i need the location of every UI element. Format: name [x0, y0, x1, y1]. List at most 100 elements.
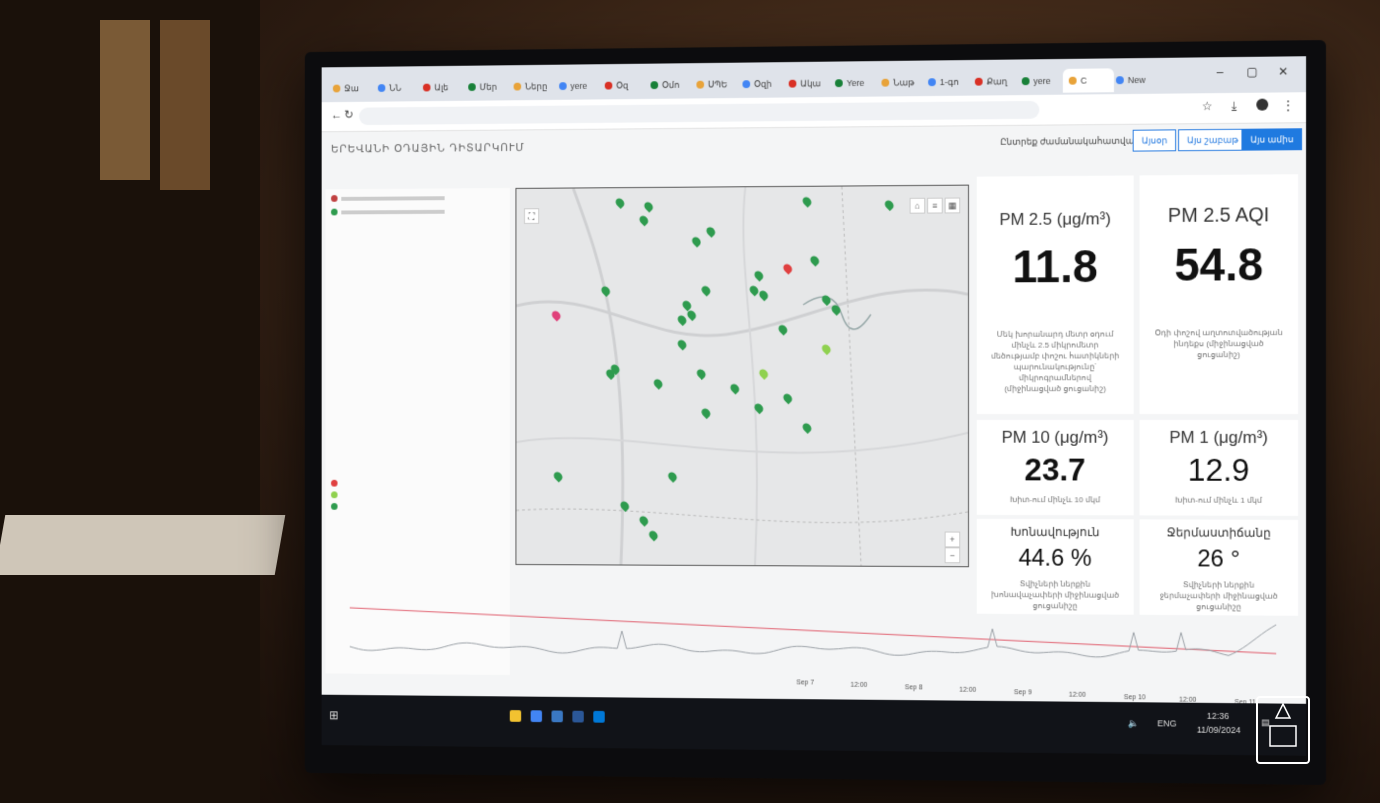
browser-tab[interactable]: Ջա — [327, 76, 376, 100]
sensor-list-item[interactable] — [331, 208, 445, 216]
x-tick-label: 12:00 — [1068, 691, 1086, 699]
tab-label: Մեր — [479, 81, 498, 92]
map-fullscreen-icon[interactable]: ⛶ — [523, 208, 540, 224]
chrome-icon[interactable] — [530, 710, 542, 723]
browser-tab[interactable]: 1-գո — [922, 70, 973, 94]
menu-icon[interactable]: ⋮ — [1282, 98, 1294, 112]
series-line — [350, 619, 1276, 659]
zoom-out-button[interactable]: − — [944, 547, 961, 564]
tab-favicon-icon — [559, 82, 567, 91]
browser-tab[interactable]: Ակա — [783, 71, 833, 95]
browser-tab[interactable]: Օզի — [737, 72, 787, 96]
tab-favicon-icon — [1068, 76, 1077, 85]
browser-tab[interactable]: Մեր — [463, 75, 512, 99]
browser-tab[interactable]: Ալե — [417, 75, 466, 99]
card-label: PM 1 (μg/m³) — [1169, 427, 1269, 447]
tab-label: New — [1127, 74, 1146, 86]
x-tick-label: Sep 9 — [1013, 689, 1032, 697]
browser-tab[interactable]: ՆՆ — [372, 76, 421, 100]
card-value: 11.8 — [1012, 240, 1098, 293]
outlook-icon[interactable] — [551, 710, 563, 723]
edge-icon[interactable] — [593, 710, 605, 723]
card-description: Մեկ խորանարդ մետր օդում մինչև 2.5 միկրոմ… — [991, 329, 1120, 394]
tab-label: ՆՆ — [389, 82, 402, 93]
tab-favicon-icon — [835, 79, 843, 88]
map-list-icon[interactable]: ≡ — [927, 197, 943, 214]
range-button-today[interactable]: Այսօր — [1132, 129, 1177, 152]
profile-avatar[interactable] — [1256, 98, 1269, 111]
card-label: Ջերմաստիճանը — [1166, 525, 1271, 540]
tab-favicon-icon — [1021, 77, 1030, 86]
browser-tab[interactable]: yere — [1016, 69, 1067, 93]
address-bar[interactable] — [359, 100, 1040, 126]
reload-icon[interactable]: ↻ — [344, 108, 353, 122]
zoom-in-button[interactable]: + — [944, 531, 961, 548]
tab-favicon-icon — [604, 81, 613, 90]
card-value: 44.6 % — [1018, 544, 1092, 572]
tab-favicon-icon — [468, 83, 476, 92]
screen: Ջա ՆՆ Ալե Մեր Ները yere Օզ Օմո ՍՊԵ Օզի Ակա Yere Նաթ 1… — [321, 56, 1307, 756]
browser-tab[interactable]: Նաթ — [876, 70, 926, 94]
browser-tab[interactable]: Օմո — [645, 73, 695, 97]
tab-favicon-icon — [332, 84, 341, 93]
language-indicator[interactable]: ENG — [1157, 718, 1176, 728]
card-label: Խոնավություն — [1010, 524, 1100, 540]
word-icon[interactable] — [572, 710, 584, 723]
tab-label: C — [1080, 75, 1087, 86]
card-description: Օդի փոշով աղտոտվածության ինդեքս (միջինաց… — [1154, 328, 1283, 360]
x-tick-label: Sep 8 — [904, 684, 923, 692]
card-value: 12.9 — [1187, 451, 1250, 488]
explorer-icon[interactable] — [509, 710, 522, 722]
card-value: 54.8 — [1174, 238, 1264, 291]
back-icon[interactable]: ← — [331, 108, 342, 122]
tab-favicon-icon — [928, 78, 936, 87]
windows-taskbar: ⊞ 🔈 ENG 12:36 11/09/2024 ▤ — [321, 694, 1307, 756]
maximize-button[interactable]: ▢ — [1246, 65, 1257, 79]
background-binder — [160, 20, 210, 190]
browser-tab[interactable]: Yere — [829, 71, 879, 95]
tab-favicon-icon — [788, 79, 797, 88]
pm-time-series-chart: Sep 7 12:00 Sep 8 12:00 Sep 9 12:00 Sep 10 12:0… — [340, 588, 1286, 706]
range-button-month[interactable]: Այս ամիս — [1241, 128, 1303, 151]
volume-icon[interactable]: 🔈 — [1128, 718, 1139, 729]
tab-label: Նաթ — [893, 76, 915, 88]
sensor-map[interactable]: ⛶ ⌂ ≡ ▦ + − — [515, 184, 969, 568]
browser-tab[interactable]: Ները — [508, 74, 557, 98]
x-tick-label: 12:00 — [850, 681, 868, 689]
card-value: 26 ° — [1197, 545, 1240, 573]
background-papers — [0, 515, 286, 575]
card-label: PM 10 (μg/m³) — [1001, 427, 1109, 447]
tab-favicon-icon — [974, 77, 983, 86]
range-button-week[interactable]: Այս շաբաթ — [1178, 128, 1248, 152]
legend-item — [331, 491, 338, 499]
tab-favicon-icon — [650, 81, 659, 90]
browser-tab[interactable]: New — [1110, 68, 1161, 92]
browser-tab[interactable]: yere — [553, 74, 602, 98]
tab-label: yere — [570, 80, 588, 91]
card-value: 23.7 — [1024, 451, 1086, 488]
card-pm25: PM 2.5 (μg/m³) 11.8 Մեկ խորանարդ մետր օդ… — [976, 175, 1134, 414]
tab-label: ՍՊԵ — [707, 78, 728, 89]
tab-favicon-icon — [881, 78, 890, 87]
minimize-button[interactable]: – — [1217, 65, 1224, 79]
tab-label: Yere — [846, 77, 865, 89]
star-icon[interactable]: ☆ — [1202, 99, 1213, 113]
card-pm1: PM 1 (μg/m³) 12.9 Խիտ-ում մինչև 1 մկմ — [1139, 419, 1299, 516]
card-pm10: PM 10 (μg/m³) 23.7 Խիտ-ում մինչև 10 մկմ — [976, 419, 1134, 516]
card-label: PM 2.5 AQI — [1168, 204, 1270, 227]
browser-tab[interactable]: Օզ — [599, 73, 649, 97]
map-home-icon[interactable]: ⌂ — [909, 197, 926, 214]
close-button[interactable]: ✕ — [1278, 64, 1288, 78]
sensor-list-item[interactable] — [331, 194, 445, 202]
browser-tab[interactable]: ՍՊԵ — [691, 72, 741, 96]
tab-favicon-icon — [513, 82, 522, 91]
browser-tab[interactable]: Քաղ — [969, 69, 1020, 93]
windows-start-icon[interactable]: ⊞ — [329, 708, 338, 722]
tab-label: Ակա — [800, 77, 821, 89]
tab-favicon-icon — [1115, 76, 1124, 85]
card-description: Խիտ-ում մինչև 10 մկմ — [1009, 495, 1101, 505]
download-icon[interactable]: ⤓ — [1232, 99, 1237, 114]
browser-tab[interactable]: C — [1062, 68, 1114, 93]
period-select-label: Ընտրեք ժամանակահատված — [1000, 135, 1140, 147]
map-grid-icon[interactable]: ▦ — [944, 197, 961, 214]
